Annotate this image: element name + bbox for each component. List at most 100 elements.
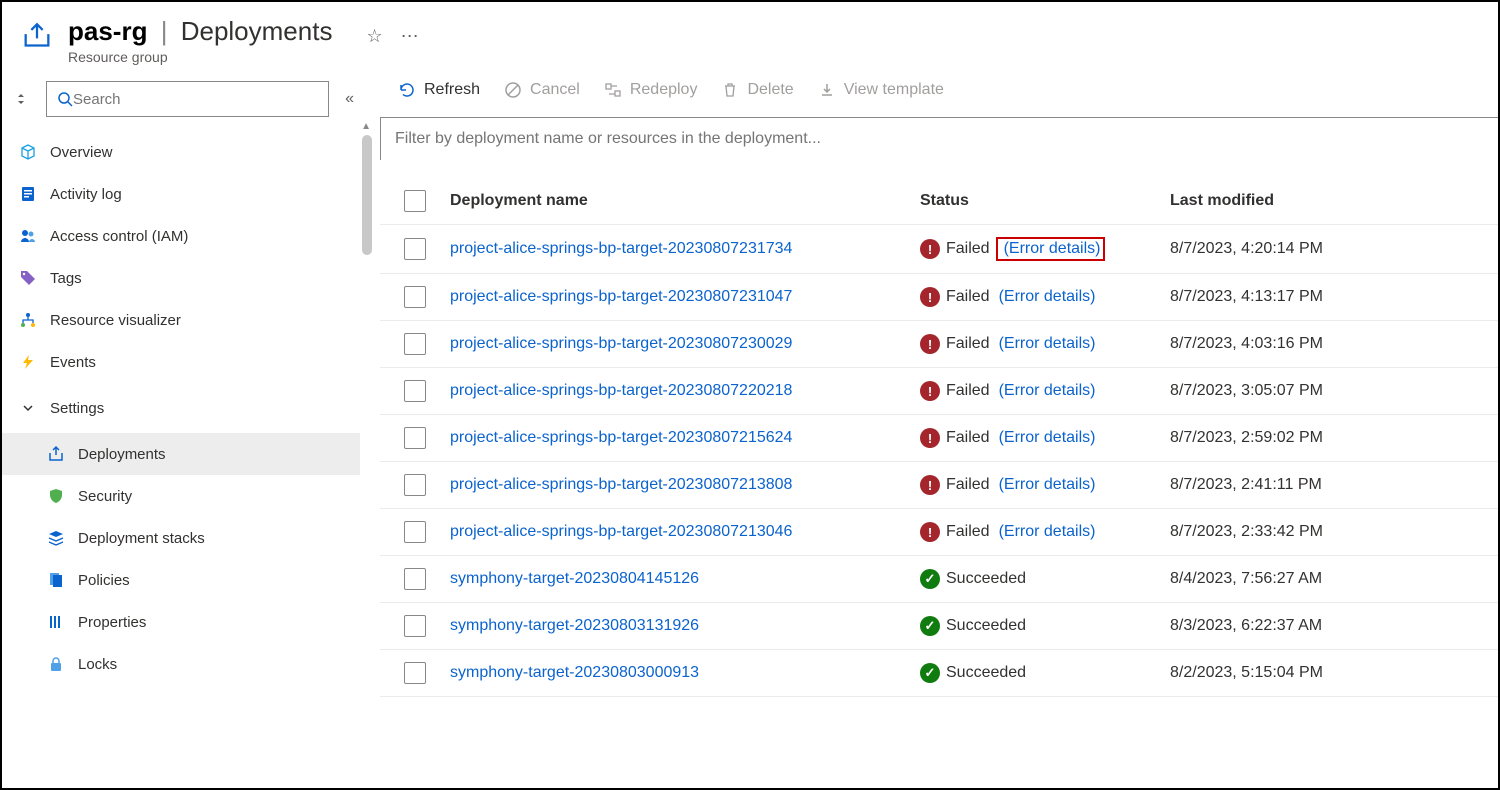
deployment-name-link[interactable]: symphony-target-20230803131926 [450,617,699,634]
resource-group-icon [20,20,54,54]
sidebar-item-resource-visualizer[interactable]: Resource visualizer [2,299,360,341]
deployment-name-link[interactable]: symphony-target-20230803000913 [450,664,699,681]
error-details-link[interactable]: (Error details) [999,523,1096,541]
column-header-status[interactable]: Status [920,192,1170,210]
sidebar-item-label: Properties [78,614,146,631]
redeploy-button[interactable]: Redeploy [604,81,698,99]
last-modified: 8/7/2023, 3:05:07 PM [1170,382,1498,400]
error-details-highlight: (Error details) [996,237,1106,261]
sidebar-item-overview[interactable]: Overview [2,131,360,173]
status-text: Failed [946,429,990,447]
table-row: project-alice-springs-bp-target-20230807… [380,274,1498,321]
last-modified: 8/7/2023, 2:33:42 PM [1170,523,1498,541]
table-row: project-alice-springs-bp-target-20230807… [380,225,1498,274]
deployment-name-link[interactable]: project-alice-springs-bp-target-20230807… [450,523,792,540]
last-modified: 8/7/2023, 4:20:14 PM [1170,240,1498,258]
select-all-checkbox[interactable] [404,190,426,212]
deployment-name-link[interactable]: project-alice-springs-bp-target-20230807… [450,240,792,257]
status-text: Succeeded [946,570,1026,588]
succeeded-icon: ✓ [920,569,940,589]
sidebar-search-input[interactable] [73,91,318,108]
row-checkbox[interactable] [404,474,426,496]
sidebar-item-tags[interactable]: Tags [2,257,360,299]
status-text: Failed [946,288,990,306]
page-header: pas-rg | Deployments Resource group ☆ ⋯ [2,2,1498,75]
status-text: Succeeded [946,664,1026,682]
error-details-link[interactable]: (Error details) [999,288,1096,306]
error-details-link[interactable]: (Error details) [999,429,1096,447]
column-header-name[interactable]: Deployment name [450,192,920,210]
row-checkbox[interactable] [404,568,426,590]
delete-icon [721,81,739,99]
sidebar-item-label: Access control (IAM) [50,228,188,245]
cancel-icon [504,81,522,99]
row-checkbox[interactable] [404,286,426,308]
table-row: project-alice-springs-bp-target-20230807… [380,368,1498,415]
deployment-name-link[interactable]: project-alice-springs-bp-target-20230807… [450,429,792,446]
deployment-name-link[interactable]: project-alice-springs-bp-target-20230807… [450,476,792,493]
row-checkbox[interactable] [404,238,426,260]
sidebar-item-events[interactable]: Events [2,341,360,383]
toolbar: Refresh Cancel Redeploy Delete [372,75,1498,113]
status-text: Failed [946,240,990,258]
sidebar-scrollbar[interactable] [362,135,372,255]
status-text: Failed [946,476,990,494]
last-modified: 8/7/2023, 4:03:16 PM [1170,335,1498,353]
column-header-modified[interactable]: Last modified [1170,192,1498,210]
last-modified: 8/4/2023, 7:56:27 AM [1170,570,1498,588]
sidebar-item-security[interactable]: Security [2,475,360,517]
sidebar-item-label: Tags [50,270,82,287]
error-details-link[interactable]: (Error details) [999,335,1096,353]
delete-button[interactable]: Delete [721,81,793,99]
sidebar-item-deployments[interactable]: Deployments [2,433,360,475]
last-modified: 8/2/2023, 5:15:04 PM [1170,664,1498,682]
row-checkbox[interactable] [404,427,426,449]
table-row: project-alice-springs-bp-target-20230807… [380,462,1498,509]
status-text: Failed [946,335,990,353]
stack-icon [46,528,66,548]
favorite-icon[interactable]: ☆ [366,26,382,47]
sidebar-section-settings[interactable]: Settings [2,387,360,429]
content-area: Refresh Cancel Redeploy Delete [372,75,1498,781]
deployment-name-link[interactable]: project-alice-springs-bp-target-20230807… [450,288,792,305]
sidebar-search[interactable] [46,81,329,117]
sidebar-item-deployment-stacks[interactable]: Deployment stacks [2,517,360,559]
deployment-name-link[interactable]: project-alice-springs-bp-target-20230807… [450,335,792,352]
deployments-table: Deployment name Status Last modified pro… [380,178,1498,697]
row-checkbox[interactable] [404,333,426,355]
tag-icon [18,268,38,288]
refresh-button[interactable]: Refresh [398,81,480,99]
deployment-name-link[interactable]: project-alice-springs-bp-target-20230807… [450,382,792,399]
row-checkbox[interactable] [404,521,426,543]
search-icon [57,91,73,107]
chevron-down-icon [18,398,38,418]
sidebar-item-label: Activity log [50,186,122,203]
sidebar-item-access-control-iam-[interactable]: Access control (IAM) [2,215,360,257]
sidebar-item-policies[interactable]: Policies [2,559,360,601]
filter-input[interactable] [380,117,1498,160]
people-icon [18,226,38,246]
deployment-name-link[interactable]: symphony-target-20230804145126 [450,570,699,587]
row-checkbox[interactable] [404,615,426,637]
error-details-link[interactable]: (Error details) [999,382,1096,400]
sidebar-item-activity-log[interactable]: Activity log [2,173,360,215]
sidebar-item-label: Security [78,488,132,505]
sidebar: « ▲ OverviewActivity logAccess control (… [2,75,372,781]
table-row: project-alice-springs-bp-target-20230807… [380,509,1498,556]
sidebar-item-label: Deployment stacks [78,530,205,547]
sidebar-item-properties[interactable]: Properties [2,601,360,643]
more-icon[interactable]: ⋯ [401,26,419,47]
lock-icon [46,654,66,674]
failed-icon: ! [920,381,940,401]
lightning-icon [18,352,38,372]
row-checkbox[interactable] [404,380,426,402]
cancel-button[interactable]: Cancel [504,81,580,99]
row-checkbox[interactable] [404,662,426,684]
error-details-link[interactable]: (Error details) [1004,240,1101,257]
cube-icon [18,142,38,162]
expand-collapse-icon[interactable] [14,92,36,106]
sidebar-item-locks[interactable]: Locks [2,643,360,685]
collapse-sidebar-icon[interactable]: « [345,90,354,108]
view-template-button[interactable]: View template [818,81,944,99]
error-details-link[interactable]: (Error details) [999,476,1096,494]
